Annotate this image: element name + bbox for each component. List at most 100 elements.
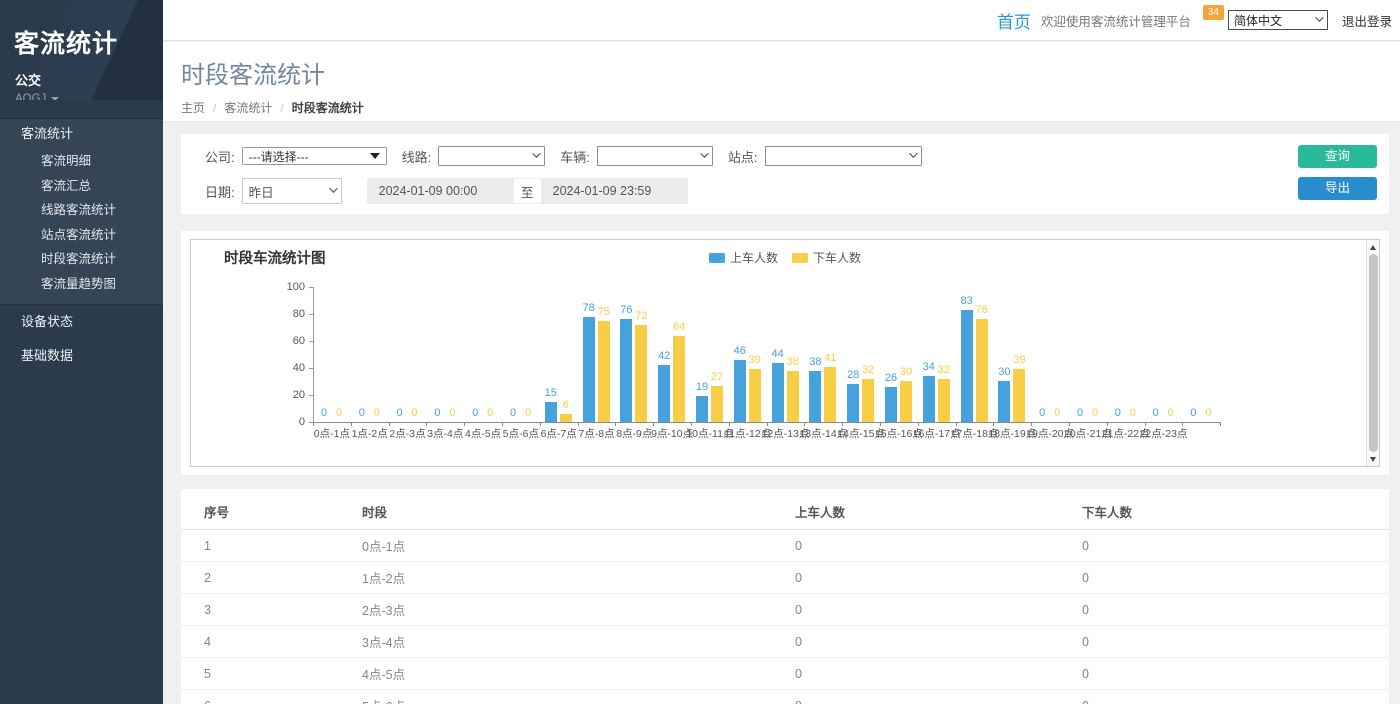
- sidebar-item-base-data[interactable]: 基础数据: [0, 339, 163, 373]
- bar-boarding: [583, 317, 595, 422]
- bar-value-label: 0: [1121, 407, 1145, 419]
- chevron-down-icon: [370, 153, 380, 159]
- bar-value-label: 32: [932, 364, 956, 376]
- y-tick: [309, 368, 313, 369]
- bar-value-label: 39: [1007, 354, 1031, 366]
- y-tick-label: 60: [271, 335, 305, 347]
- table-cell: 6: [181, 690, 362, 704]
- y-tick-label: 80: [271, 308, 305, 320]
- date-to-input[interactable]: [541, 178, 688, 204]
- bar-alighting: [1013, 369, 1025, 422]
- table-cell: 0: [795, 530, 1082, 562]
- language-select-value: 简体中文: [1234, 12, 1282, 29]
- breadcrumb-passenger-stats[interactable]: 客流统计: [224, 99, 272, 116]
- chevron-down-icon: [329, 184, 337, 192]
- bar-value-label: 38: [781, 356, 805, 368]
- col-header-period: 时段: [362, 493, 795, 530]
- line-select[interactable]: [438, 146, 545, 166]
- bar-value-label: 41: [818, 352, 842, 364]
- org-code: AQGJ: [15, 93, 46, 100]
- bar-alighting: [560, 414, 572, 422]
- sidebar-item-passenger-summary[interactable]: 客流汇总: [0, 174, 163, 199]
- x-axis-label: 22点-23点: [1134, 426, 1194, 441]
- table-cell: 0: [795, 690, 1082, 704]
- bar-boarding: [809, 371, 821, 422]
- chart-scrollbar[interactable]: [1366, 240, 1379, 466]
- home-link[interactable]: 首页: [997, 8, 1031, 33]
- date-preset-value: 昨日: [249, 182, 274, 201]
- station-select[interactable]: [765, 146, 922, 166]
- export-button[interactable]: 导出: [1298, 177, 1377, 200]
- table-cell: 3: [181, 594, 362, 626]
- bar-chart: 020406080100000点-1点001点-2点002点-3点003点-4点…: [191, 240, 1379, 466]
- y-axis: [313, 287, 314, 422]
- sidebar-group-passenger-stats[interactable]: 客流统计: [0, 119, 163, 149]
- bar-value-label: 27: [705, 371, 729, 383]
- page-head: 时段客流统计 主页 / 客流统计 / 时段客流统计: [163, 42, 1400, 122]
- bar-value-label: 64: [667, 321, 691, 333]
- period-stats-table: 序号 时段 上车人数 下车人数 10点-1点0021点-2点0032点-3点00…: [181, 493, 1389, 704]
- bar-boarding: [998, 381, 1010, 422]
- breadcrumb-separator: /: [213, 101, 216, 115]
- bar-alighting: [711, 386, 723, 422]
- scroll-down-icon[interactable]: [1367, 453, 1379, 465]
- bar-alighting: [749, 369, 761, 422]
- scrollbar-thumb[interactable]: [1369, 254, 1378, 452]
- bar-boarding: [734, 360, 746, 422]
- sidebar-item-line-stats[interactable]: 线路客流统计: [0, 198, 163, 223]
- station-label: 站点:: [728, 147, 758, 166]
- sidebar-item-trend-chart[interactable]: 客流量趋势图: [0, 272, 163, 297]
- line-label: 线路:: [402, 147, 432, 166]
- table-row: 54点-5点00: [181, 658, 1389, 690]
- table-cell: 0: [795, 562, 1082, 594]
- bar-value-label: 39: [743, 354, 767, 366]
- table-cell: 1: [181, 530, 362, 562]
- bar-alighting: [862, 379, 874, 422]
- date-from-input[interactable]: [367, 178, 514, 204]
- sidebar-item-device-status[interactable]: 设备状态: [0, 305, 163, 339]
- table-row: 43点-4点00: [181, 626, 1389, 658]
- query-button[interactable]: 查询: [1298, 145, 1377, 168]
- language-select[interactable]: 简体中文: [1228, 10, 1328, 30]
- bar-value-label: 72: [629, 310, 653, 322]
- y-tick: [309, 341, 313, 342]
- company-select[interactable]: ---请选择---: [242, 147, 387, 165]
- table-cell: 2: [181, 562, 362, 594]
- breadcrumb-separator: /: [280, 101, 283, 115]
- date-preset-select[interactable]: 昨日: [242, 178, 342, 204]
- y-tick: [309, 314, 313, 315]
- breadcrumb-home[interactable]: 主页: [181, 99, 205, 116]
- bar-boarding: [923, 376, 935, 422]
- table-cell: 4: [181, 626, 362, 658]
- vehicle-label: 车辆:: [560, 147, 590, 166]
- bar-value-label: 0: [1159, 407, 1183, 419]
- y-tick: [309, 395, 313, 396]
- sidebar-item-station-stats[interactable]: 站点客流统计: [0, 223, 163, 248]
- org-selector[interactable]: AQGJ: [15, 93, 163, 100]
- table-cell: 0: [795, 594, 1082, 626]
- chart-panel: 时段车流统计图 上车人数 下车人数 020406080100000点-1点001…: [181, 231, 1389, 475]
- col-header-alighting: 下车人数: [1082, 493, 1389, 530]
- filter-panel: 公司: ---请选择--- 线路: 车辆:: [181, 134, 1389, 214]
- sidebar-menu: 客流统计 客流明细 客流汇总 线路客流统计 站点客流统计 时段客流统计 客流量趋…: [0, 118, 163, 373]
- sidebar-item-period-stats[interactable]: 时段客流统计: [0, 247, 163, 272]
- table-cell: 0点-1点: [362, 530, 795, 562]
- vehicle-select[interactable]: [597, 146, 713, 166]
- org-name: 公交: [15, 70, 163, 89]
- table-cell: 3点-4点: [362, 626, 795, 658]
- breadcrumb-current: 时段客流统计: [292, 99, 364, 116]
- scroll-up-icon[interactable]: [1367, 241, 1379, 253]
- bar-value-label: 6: [554, 399, 578, 411]
- table-cell: 0: [795, 626, 1082, 658]
- logout-link[interactable]: 退出登录: [1342, 11, 1392, 30]
- y-tick-label: 20: [271, 389, 305, 401]
- sidebar-item-passenger-detail[interactable]: 客流明细: [0, 149, 163, 174]
- bar-value-label: 0: [327, 407, 351, 419]
- chart-box: 时段车流统计图 上车人数 下车人数 020406080100000点-1点001…: [190, 239, 1380, 467]
- page-title: 时段客流统计: [181, 55, 1400, 90]
- table-cell: 4点-5点: [362, 658, 795, 690]
- bar-boarding: [772, 363, 784, 422]
- table-cell: 1点-2点: [362, 562, 795, 594]
- bar-value-label: 0: [516, 407, 540, 419]
- table-cell: 0: [1082, 530, 1389, 562]
